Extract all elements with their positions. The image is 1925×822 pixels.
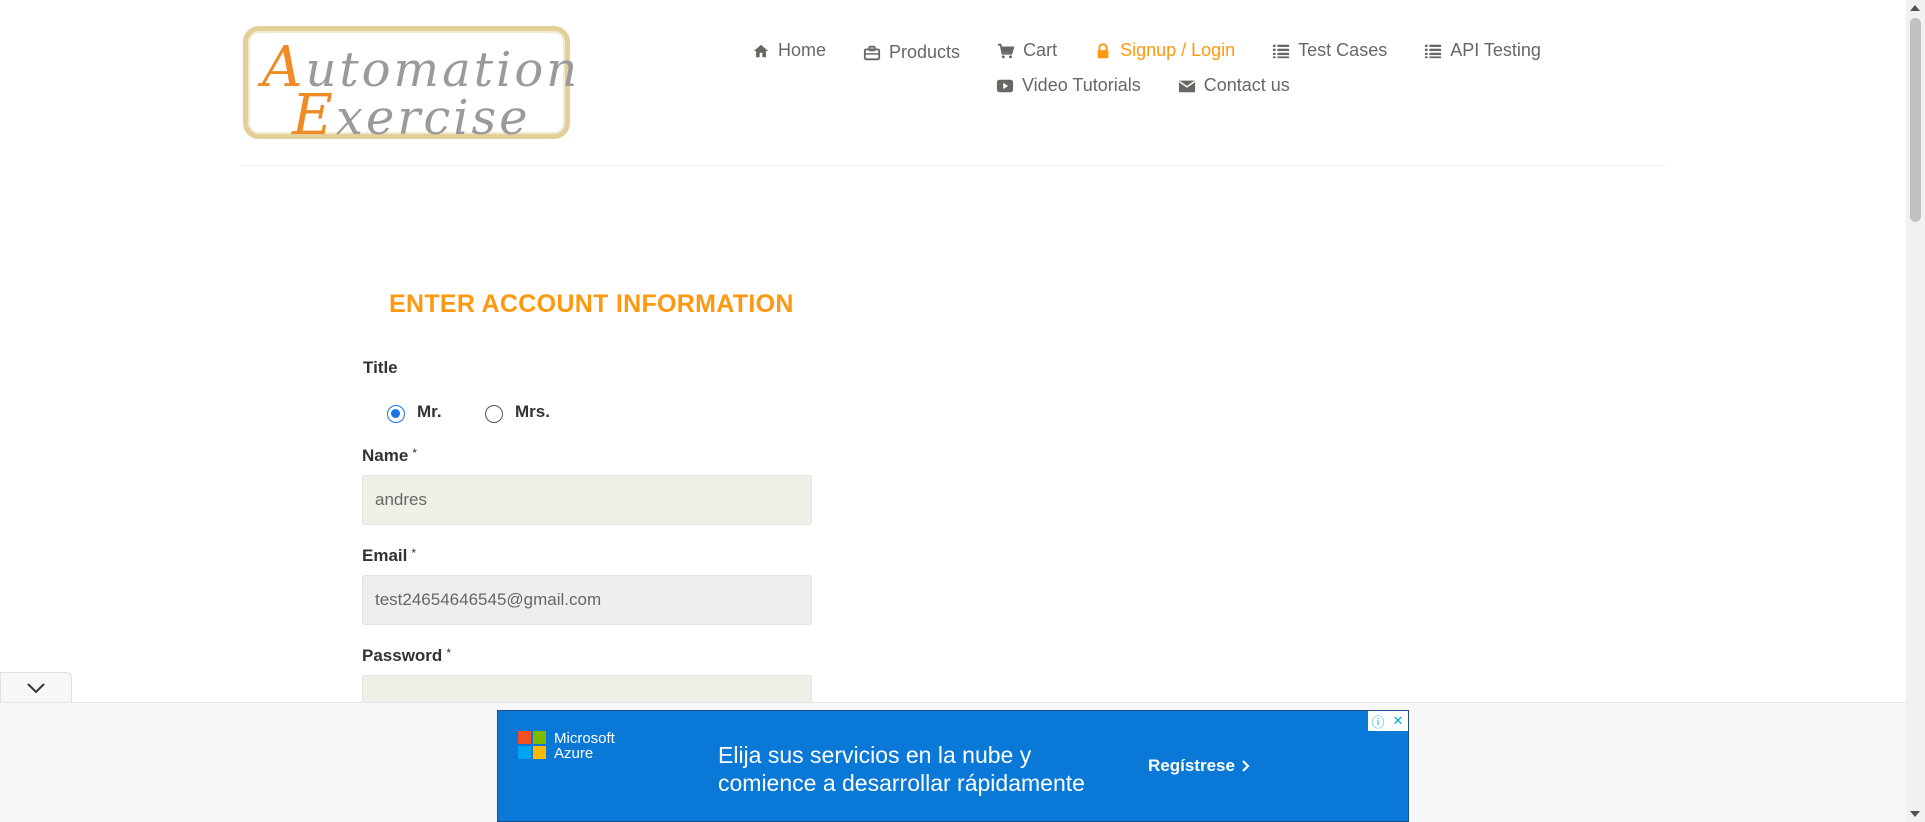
scrollbar-thumb[interactable]	[1910, 18, 1921, 222]
title-mrs-radio[interactable]	[485, 405, 503, 423]
ad-close-icon[interactable]: ✕	[1388, 711, 1408, 731]
home-icon	[753, 44, 769, 57]
list-icon	[1273, 44, 1290, 58]
password-label: Password *	[362, 646, 451, 665]
ad-collapse-button[interactable]	[0, 672, 72, 703]
site-logo[interactable]: Automation Exercise	[243, 26, 577, 148]
nav-home[interactable]: Home	[752, 38, 826, 63]
email-input[interactable]: test24654646545@gmail.com	[362, 575, 812, 625]
password-input[interactable]	[362, 675, 812, 705]
chevron-right-icon	[1242, 760, 1250, 772]
envelope-icon	[1178, 80, 1195, 92]
name-label: Name *	[362, 446, 417, 465]
cart-icon	[997, 43, 1015, 58]
lock-icon	[1097, 42, 1109, 58]
chevron-down-icon	[27, 683, 45, 694]
ad-brand: Microsoft Azure	[554, 730, 615, 762]
briefcase-icon	[863, 45, 881, 60]
main-nav-row-2: Video Tutorials Contact us	[996, 75, 1327, 96]
logo-line-2: Exercise	[292, 83, 531, 148]
form-heading: ENTER ACCOUNT INFORMATION	[389, 290, 794, 318]
page-scrollbar[interactable]	[1906, 0, 1925, 822]
ad-headline: Elija sus servicios en la nube y comienc…	[718, 742, 1085, 796]
title-mr-label[interactable]: Mr.	[417, 402, 442, 422]
nav-video-tutorials[interactable]: Video Tutorials	[996, 75, 1141, 96]
ad-controls: ⓘ ✕	[1368, 711, 1408, 731]
page: Automation Exercise Home Products Cart S…	[0, 0, 1925, 822]
scroll-down-arrow-icon[interactable]	[1910, 811, 1920, 817]
email-label: Email *	[362, 546, 417, 565]
ad-register-button[interactable]: Regístrese	[1148, 756, 1251, 776]
title-mr-radio[interactable]	[387, 405, 405, 423]
scroll-up-arrow-icon[interactable]	[1910, 5, 1920, 11]
list-icon	[1425, 44, 1442, 58]
microsoft-logo-icon	[518, 731, 546, 759]
title-mrs-label[interactable]: Mrs.	[515, 402, 550, 422]
ad-banner[interactable]: Microsoft Azure Elija sus servicios en l…	[497, 710, 1409, 822]
nav-cart[interactable]: Cart	[997, 38, 1057, 63]
nav-signup-login[interactable]: Signup / Login	[1094, 38, 1235, 63]
video-icon	[996, 79, 1014, 92]
nav-products[interactable]: Products	[863, 42, 960, 63]
title-label: Title	[363, 358, 398, 377]
header-divider	[240, 165, 1665, 166]
nav-contact-us[interactable]: Contact us	[1178, 75, 1290, 96]
nav-api-testing[interactable]: API Testing	[1424, 38, 1541, 63]
nav-test-cases[interactable]: Test Cases	[1272, 38, 1387, 63]
name-input[interactable]: andres	[362, 475, 812, 525]
main-nav-row-1: Home Products Cart Signup / Login Test C…	[752, 38, 1578, 63]
ad-info-icon[interactable]: ⓘ	[1368, 711, 1388, 731]
